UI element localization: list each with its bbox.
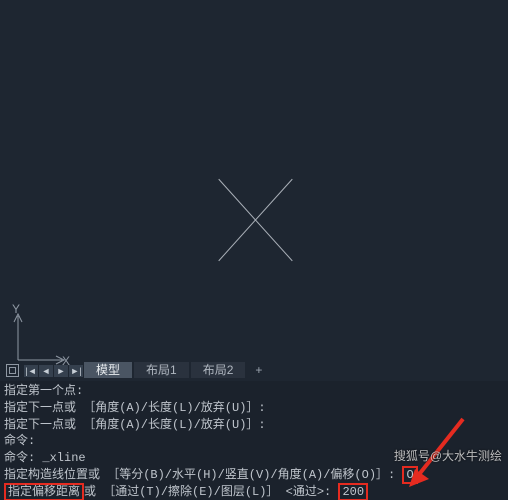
cmd-highlight-offset-dist: 指定偏移距离 (4, 483, 84, 500)
watermark: 搜狐号@大水牛测绘 (394, 447, 502, 464)
nav-first-button[interactable]: |◄ (24, 365, 39, 377)
tab-add-button[interactable]: + (247, 362, 270, 378)
model-snap-button[interactable] (6, 364, 19, 377)
drawing-canvas[interactable]: Y X (0, 0, 508, 378)
cmd-line: 指定偏移距离或 ［通过(T)/擦除(E)/图层(L)］ <通过>: 200 (4, 484, 504, 500)
layout-tabs: 模型 布局1 布局2 + (84, 362, 270, 378)
cmd-line: 指定下一点或 ［角度(A)/长度(L)/放弃(U)］: (4, 400, 504, 417)
nav-last-button[interactable]: ►| (69, 365, 84, 377)
axis-y-label: Y (12, 302, 20, 316)
cmd-input-offset-value: 200 (338, 483, 368, 500)
tab-model[interactable]: 模型 (84, 362, 132, 378)
cmd-text: 指定构造线位置或 ［等分(B)/水平(H)/竖直(V)/角度(A)/偏移(O)］… (4, 468, 402, 482)
command-window[interactable]: 指定第一个点: 指定下一点或 ［角度(A)/长度(L)/放弃(U)］: 指定下一… (0, 381, 508, 500)
cmd-input-offset-option: O (402, 466, 417, 484)
ucs-icon: Y X (8, 310, 68, 370)
cmd-line: 指定下一点或 ［角度(A)/长度(L)/放弃(U)］: (4, 417, 504, 434)
tab-layout2[interactable]: 布局2 (191, 362, 246, 378)
nav-next-button[interactable]: ► (54, 365, 69, 377)
xline-cross (200, 170, 310, 270)
cmd-text: 或 ［通过(T)/擦除(E)/图层(L)］ <通过>: (84, 485, 338, 499)
tab-layout1[interactable]: 布局1 (134, 362, 189, 378)
nav-prev-button[interactable]: ◄ (39, 365, 54, 377)
cmd-line: 指定构造线位置或 ［等分(B)/水平(H)/竖直(V)/角度(A)/偏移(O)］… (4, 467, 504, 484)
cmd-line: 指定第一个点: (4, 383, 504, 400)
tab-nav: |◄ ◄ ► ►| (24, 364, 84, 378)
